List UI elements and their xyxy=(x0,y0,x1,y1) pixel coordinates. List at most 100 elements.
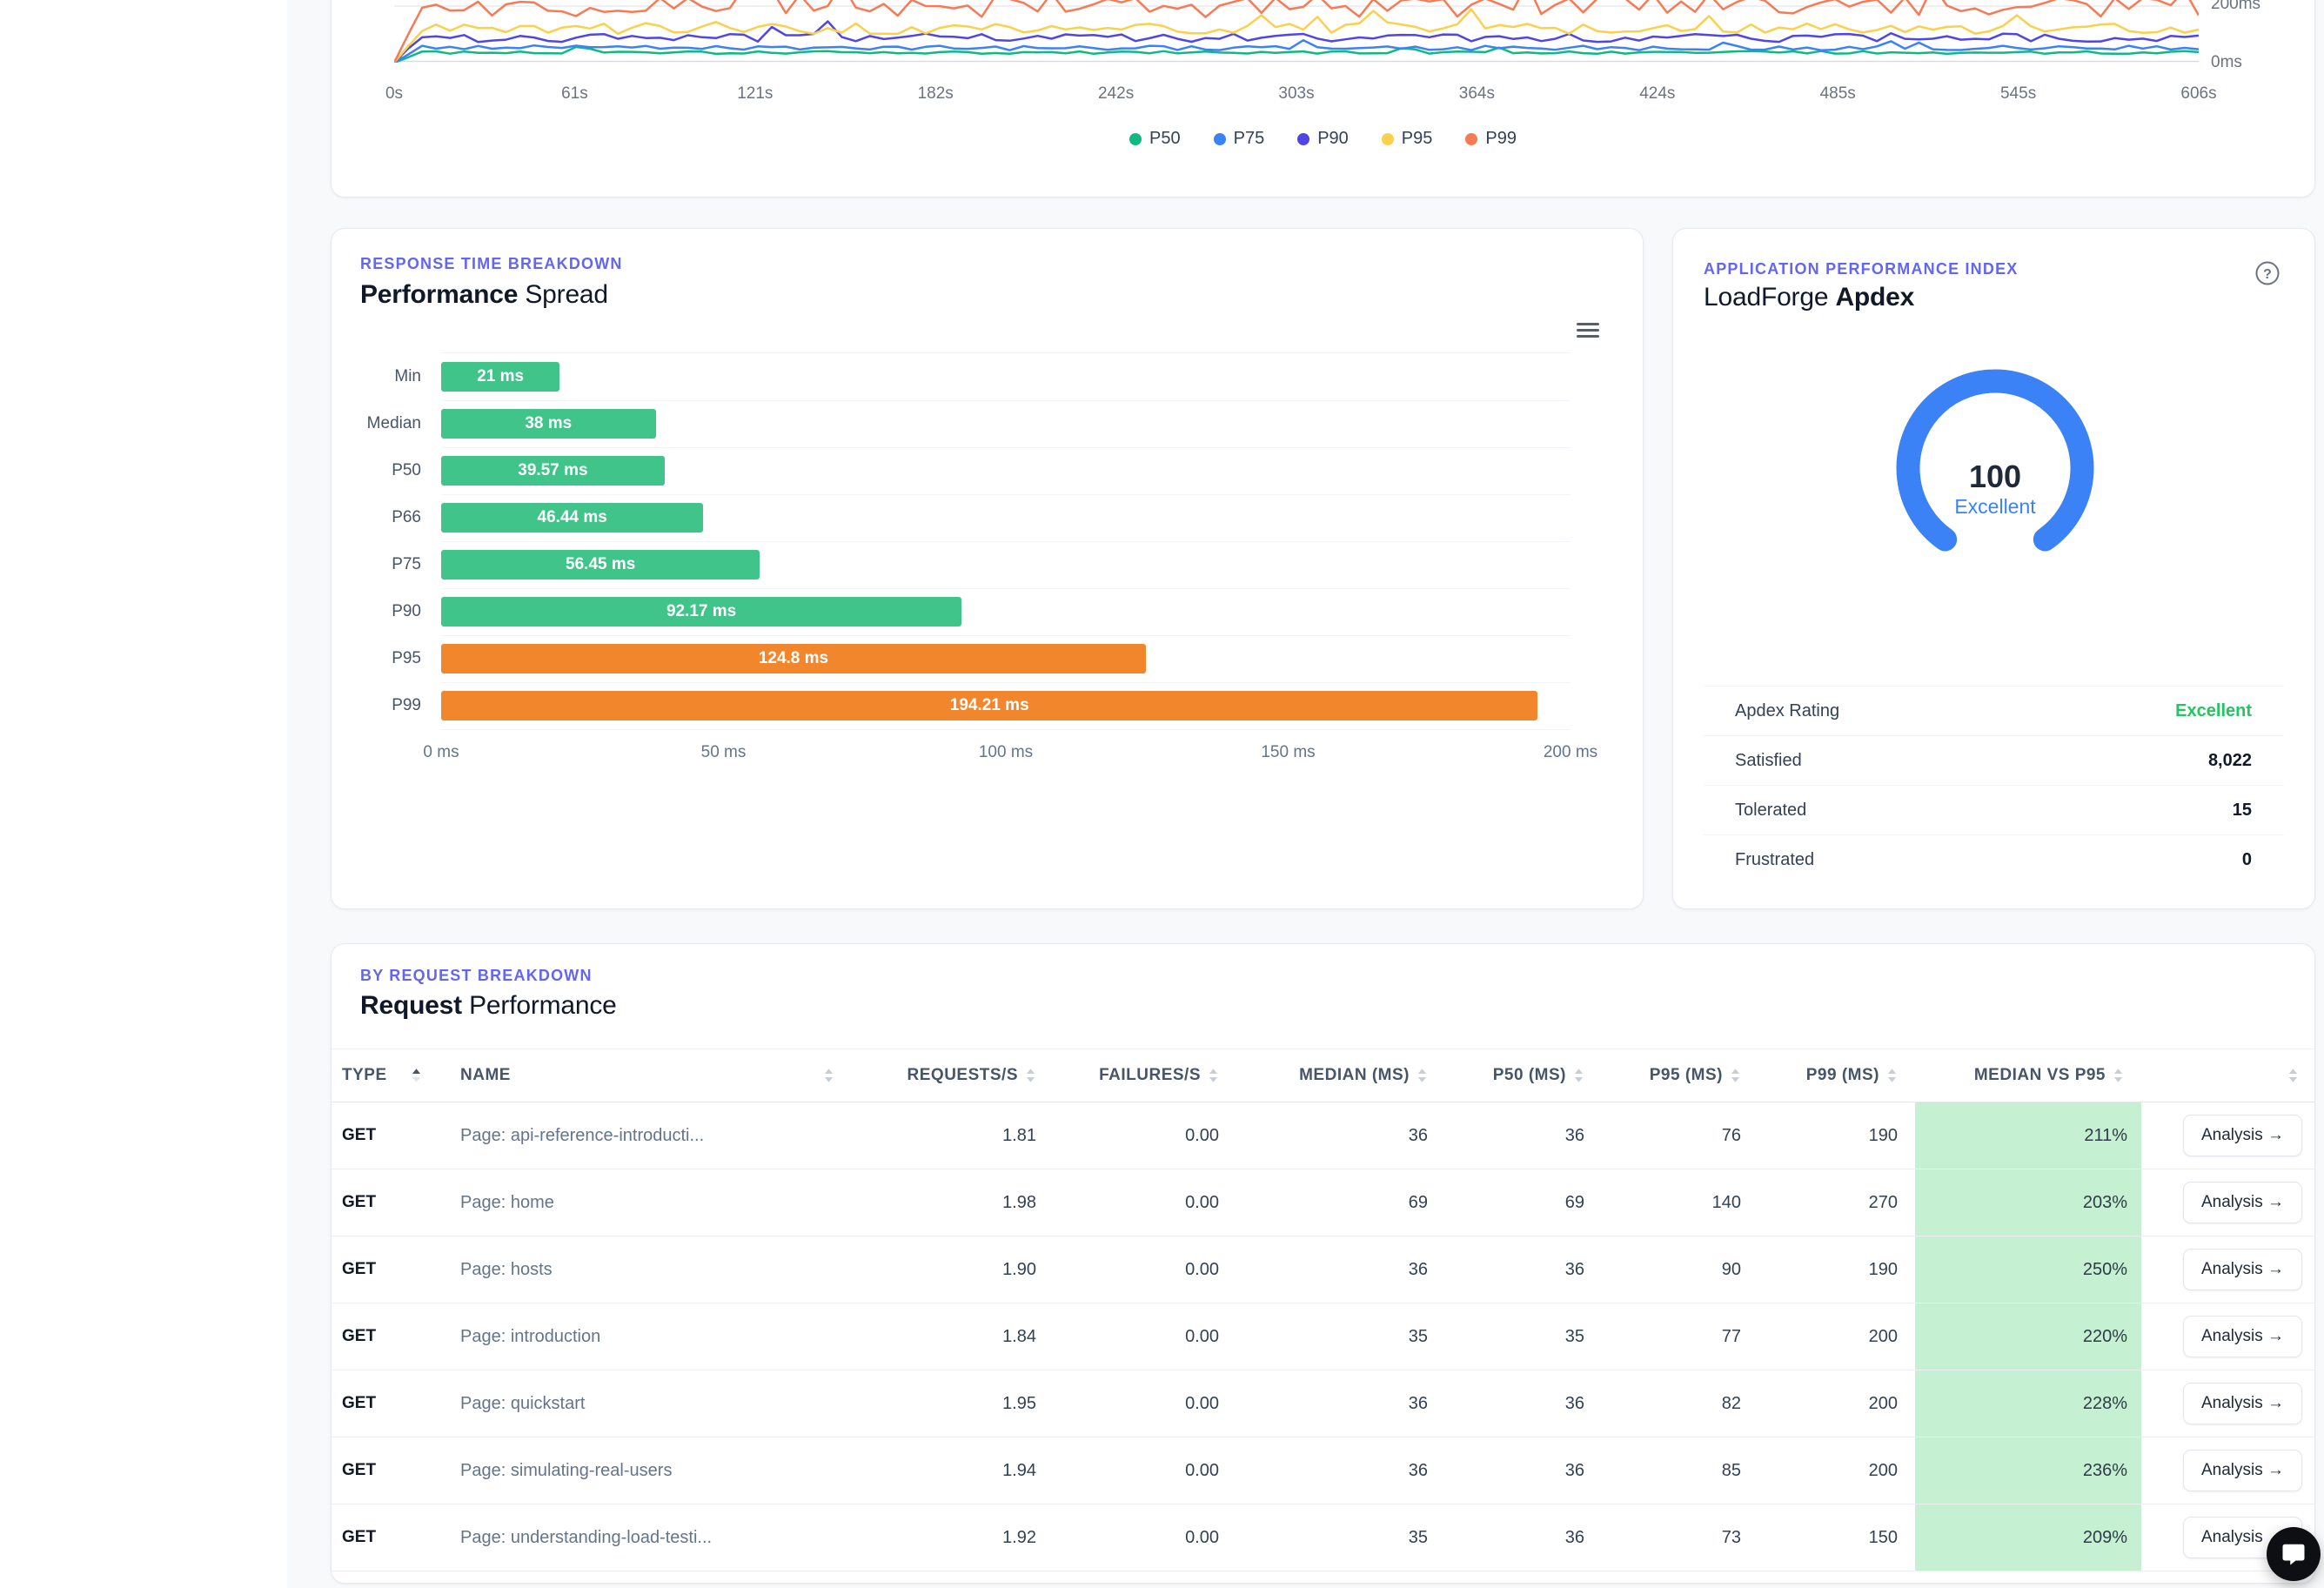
spread-bar[interactable]: 194.21 ms xyxy=(441,691,1537,720)
cell-failures-s: 0.00 xyxy=(1054,1303,1236,1370)
cell-name[interactable]: Page: home xyxy=(445,1169,880,1236)
column-header-median-ms[interactable]: MEDIAN (MS) xyxy=(1236,1049,1445,1102)
spread-bar-track: 46.44 ms xyxy=(441,494,1571,542)
spread-bar[interactable]: 92.17 ms xyxy=(441,597,961,626)
column-header-p99-ms[interactable]: P99 (MS) xyxy=(1758,1049,1915,1102)
column-header-requests-s[interactable]: REQUESTS/S xyxy=(880,1049,1054,1102)
spread-bar[interactable]: 39.57 ms xyxy=(441,456,665,486)
column-label: P99 (MS) xyxy=(1806,1066,1879,1085)
cell-actions: Analysis → xyxy=(2141,1169,2314,1236)
cell-name[interactable]: Page: api-reference-introducti... xyxy=(445,1102,880,1169)
sort-icon xyxy=(823,1068,834,1083)
legend-item-p99[interactable]: P99 xyxy=(1465,129,1517,149)
analysis-button[interactable]: Analysis → xyxy=(2183,1249,2302,1290)
sort-icon xyxy=(2287,1068,2299,1083)
cell-median-ms: 36 xyxy=(1236,1236,1445,1303)
column-header-type[interactable]: TYPE xyxy=(332,1049,445,1102)
spread-bar[interactable]: 124.8 ms xyxy=(441,644,1146,673)
column-header-median-vs-p95[interactable]: MEDIAN VS P95 xyxy=(1915,1049,2141,1102)
timeline-plot xyxy=(394,0,2199,63)
cell-name[interactable]: Page: introduction xyxy=(445,1303,880,1370)
spread-bar[interactable]: 56.45 ms xyxy=(441,550,760,580)
spread-bar-track: 56.45 ms xyxy=(441,541,1571,589)
y-axis-label-0ms: 0ms xyxy=(2211,53,2242,72)
column-header-p95-ms[interactable]: P95 (MS) xyxy=(1602,1049,1758,1102)
table-row: GETPage: introduction1.840.0035357720022… xyxy=(332,1303,2314,1370)
x-tick-label: 61s xyxy=(561,83,588,105)
cell-median-ms: 36 xyxy=(1236,1370,1445,1437)
spread-x-tick: 100 ms xyxy=(979,742,1033,763)
spread-row-label: P95 xyxy=(360,649,441,668)
chat-widget-button[interactable] xyxy=(2267,1527,2321,1581)
cell-actions: Analysis → xyxy=(2141,1236,2314,1303)
spread-bar[interactable]: 21 ms xyxy=(441,362,559,392)
sort-icon xyxy=(1886,1068,1898,1083)
table-row: GETPage: understanding-load-testi...1.92… xyxy=(332,1504,2314,1571)
column-header-actions[interactable] xyxy=(2141,1049,2314,1102)
spread-row-p75: P7556.45 ms xyxy=(360,541,1571,588)
cell-failures-s: 0.00 xyxy=(1054,1169,1236,1236)
legend-dot xyxy=(1465,133,1477,145)
column-header-failures-s[interactable]: FAILURES/S xyxy=(1054,1049,1236,1102)
spread-row-label: Median xyxy=(360,414,441,433)
x-tick-label: 303s xyxy=(1278,83,1314,105)
legend-item-p90[interactable]: P90 xyxy=(1297,129,1349,149)
stat-value: 0 xyxy=(2242,850,2252,870)
spread-x-tick: 200 ms xyxy=(1544,742,1597,763)
cell-p50-ms: 36 xyxy=(1445,1370,1602,1437)
cell-p95-ms: 85 xyxy=(1602,1437,1758,1504)
legend-item-p75[interactable]: P75 xyxy=(1214,129,1265,149)
cell-requests-s: 1.81 xyxy=(880,1102,1054,1169)
table-row: GETPage: hosts1.900.00363690190250%Analy… xyxy=(332,1236,2314,1303)
spread-bar[interactable]: 46.44 ms xyxy=(441,503,703,533)
spread-bar-value: 21 ms xyxy=(477,367,524,386)
cell-median-ms: 35 xyxy=(1236,1504,1445,1571)
cell-name[interactable]: Page: understanding-load-testi... xyxy=(445,1504,880,1571)
stat-label: Tolerated xyxy=(1735,801,1806,821)
stat-label: Apdex Rating xyxy=(1735,701,1839,721)
cell-p99-ms: 190 xyxy=(1758,1102,1915,1169)
legend-item-p50[interactable]: P50 xyxy=(1129,129,1181,149)
apdex-score: 100 xyxy=(1878,460,2113,493)
x-tick-label: 182s xyxy=(918,83,954,105)
stat-label: Frustrated xyxy=(1735,850,1814,870)
spread-row-label: P50 xyxy=(360,461,441,480)
hamburger-menu-icon[interactable] xyxy=(1577,319,1599,341)
cell-requests-s: 1.95 xyxy=(880,1370,1054,1437)
spread-bar[interactable]: 38 ms xyxy=(441,409,656,439)
analysis-button[interactable]: Analysis → xyxy=(2183,1450,2302,1491)
column-label: MEDIAN (MS) xyxy=(1299,1066,1410,1085)
analysis-button[interactable]: Analysis → xyxy=(2183,1316,2302,1357)
column-label: TYPE xyxy=(342,1066,387,1085)
cell-median-vs-p95: 236% xyxy=(1915,1437,2141,1504)
help-icon[interactable]: ? xyxy=(2254,260,2280,286)
cell-p99-ms: 200 xyxy=(1758,1437,1915,1504)
column-label: P95 (MS) xyxy=(1650,1066,1723,1085)
cell-type: GET xyxy=(332,1169,445,1236)
column-header-name[interactable]: NAME xyxy=(445,1049,880,1102)
cell-name[interactable]: Page: quickstart xyxy=(445,1370,880,1437)
legend-label: P99 xyxy=(1485,129,1517,149)
sort-icon xyxy=(2113,1068,2124,1083)
cell-p99-ms: 190 xyxy=(1758,1236,1915,1303)
cell-median-vs-p95: 203% xyxy=(1915,1169,2141,1236)
cell-p99-ms: 200 xyxy=(1758,1370,1915,1437)
spread-x-tick: 50 ms xyxy=(701,742,747,763)
analysis-button[interactable]: Analysis → xyxy=(2183,1383,2302,1424)
table-row: GETPage: simulating-real-users1.940.0036… xyxy=(332,1437,2314,1504)
column-header-p50-ms[interactable]: P50 (MS) xyxy=(1445,1049,1602,1102)
analysis-button[interactable]: Analysis → xyxy=(2183,1115,2302,1156)
sort-icon xyxy=(1208,1068,1219,1083)
spread-bar-value: 124.8 ms xyxy=(759,649,828,668)
cell-p95-ms: 77 xyxy=(1602,1303,1758,1370)
cell-name[interactable]: Page: simulating-real-users xyxy=(445,1437,880,1504)
sort-icon xyxy=(1417,1068,1428,1083)
apdex-stats-list: Apdex RatingExcellentSatisfied8,022Toler… xyxy=(1704,686,2284,884)
analysis-button[interactable]: Analysis → xyxy=(2183,1182,2302,1223)
spread-bar-value: 56.45 ms xyxy=(566,555,635,574)
stat-label: Satisfied xyxy=(1735,751,1802,771)
request-performance-card: BY REQUEST BREAKDOWN Request Performance… xyxy=(331,943,2315,1584)
legend-dot xyxy=(1382,133,1394,145)
legend-item-p95[interactable]: P95 xyxy=(1382,129,1433,149)
cell-name[interactable]: Page: hosts xyxy=(445,1236,880,1303)
